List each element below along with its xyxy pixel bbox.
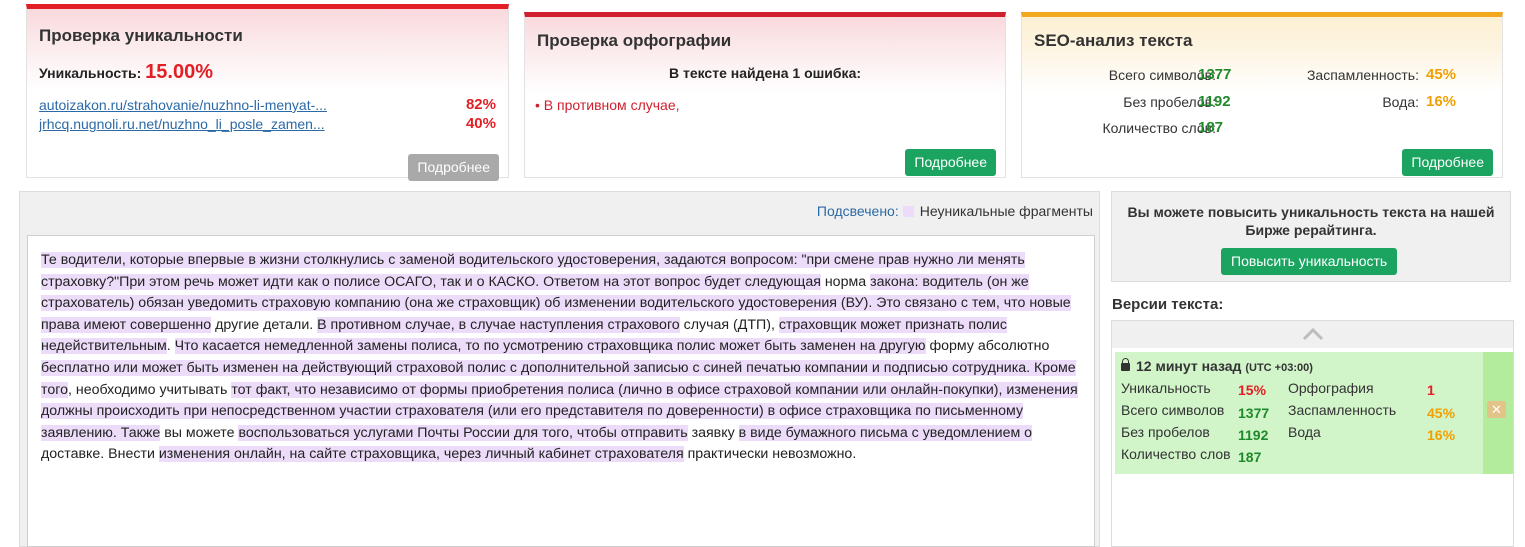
highlight-legend: Подсвечено: Неуникальные фрагменты bbox=[817, 203, 1093, 219]
versions-title: Версии текста: bbox=[1112, 296, 1224, 313]
version-time: 12 минут назад bbox=[1136, 358, 1242, 374]
uniqueness-label: Уникальность: bbox=[39, 65, 142, 81]
non-unique-fragment: Что касается немедленной замены полиса, … bbox=[174, 338, 926, 355]
text-fragment: , необходимо учитывать bbox=[67, 381, 232, 398]
text-fragment: норма bbox=[820, 273, 871, 290]
source-percent-2: 40% bbox=[465, 115, 496, 132]
seo-water-value: 16% bbox=[1426, 93, 1457, 110]
versions-scroll-up[interactable] bbox=[1112, 321, 1513, 348]
text-fragment: практически невозможно. bbox=[683, 446, 857, 463]
seo-details-button[interactable]: Подробнее bbox=[1402, 149, 1493, 176]
non-unique-fragment: изменения онлайн, на сайте страховщика, … bbox=[158, 446, 684, 463]
version-spam-value: 45% bbox=[1427, 405, 1456, 421]
text-fragment: другие детали. bbox=[211, 316, 318, 333]
checked-text-box[interactable]: Те водители, которые впервые в жизни сто… bbox=[27, 235, 1095, 547]
spelling-card-title: Проверка орфографии bbox=[537, 31, 732, 50]
text-fragment: случая (ДТП), bbox=[679, 316, 779, 333]
text-fragment: доставке. Внести bbox=[41, 446, 159, 463]
version-header: 12 минут назад (UTC +03:00) bbox=[1121, 358, 1313, 374]
version-water-label: Вода bbox=[1288, 424, 1321, 440]
spelling-error-item[interactable]: • В противном случае, bbox=[535, 97, 680, 113]
legend-swatch bbox=[902, 206, 914, 217]
version-word-count-label: Количество слов bbox=[1121, 446, 1231, 462]
spelling-card: Проверка орфографии В тексте найдена 1 о… bbox=[524, 12, 1006, 178]
non-unique-fragment: бесплатно или может быть bbox=[41, 359, 219, 376]
legend-label: Подсвечено: bbox=[816, 203, 899, 219]
non-unique-fragment: в виде бумажного письма с уведомлением о bbox=[738, 424, 1033, 441]
seo-water-label: Вода: bbox=[1382, 94, 1419, 110]
version-no-spaces-label: Без пробелов bbox=[1121, 424, 1210, 440]
uniqueness-details-button[interactable]: Подробнее bbox=[408, 154, 499, 181]
version-total-chars-value: 1377 bbox=[1238, 405, 1270, 421]
non-unique-fragment: воспользоваться услугами Почты России дл… bbox=[238, 424, 688, 441]
version-remove: ✕ bbox=[1483, 352, 1513, 474]
version-spelling-label: Орфография bbox=[1288, 380, 1374, 396]
text-fragment: вы можете bbox=[160, 424, 239, 441]
checked-text-body: Те водители, которые впервые в жизни сто… bbox=[41, 250, 1081, 466]
close-icon[interactable]: ✕ bbox=[1487, 401, 1506, 418]
uniqueness-card-title: Проверка уникальности bbox=[39, 26, 243, 45]
seo-total-chars-value: 1377 bbox=[1198, 66, 1232, 83]
version-total-chars-label: Всего символов bbox=[1121, 402, 1225, 418]
increase-uniqueness-button[interactable]: Повысить уникальность bbox=[1221, 248, 1398, 275]
text-fragment: форму абсолютно bbox=[925, 338, 1050, 355]
non-unique-fragment: В противном случае, в случае наступления… bbox=[317, 316, 680, 333]
seo-spam-label: Заспамленность: bbox=[1306, 67, 1419, 83]
text-fragment: заявку bbox=[687, 424, 739, 441]
uniqueness-row: Уникальность: 15.00% bbox=[39, 61, 213, 84]
uniqueness-card: Проверка уникальности Уникальность: 15.0… bbox=[26, 4, 509, 181]
versions-list: 12 минут назад (UTC +03:00) Уникальность… bbox=[1111, 320, 1514, 547]
version-water-value: 16% bbox=[1427, 427, 1456, 443]
seo-card-title: SEO-анализ текста bbox=[1034, 31, 1193, 50]
version-word-count-value: 187 bbox=[1238, 449, 1262, 465]
uniqueness-value: 15.00% bbox=[145, 61, 213, 83]
spelling-details-button[interactable]: Подробнее bbox=[905, 149, 996, 176]
promo-text: Вы можете повысить уникальность текста н… bbox=[1127, 204, 1495, 238]
legend-text: Неуникальные фрагменты bbox=[919, 203, 1093, 219]
version-timezone: (UTC +03:00) bbox=[1245, 362, 1313, 374]
source-link-1[interactable]: autoizakon.ru/strahovanie/nuzhno-li-meny… bbox=[39, 97, 359, 113]
spelling-error-text: В противном случае, bbox=[543, 97, 680, 113]
version-uniqueness-value: 15% bbox=[1238, 382, 1267, 398]
seo-card: SEO-анализ текста Всего символов: 1377 Б… bbox=[1021, 12, 1503, 178]
version-no-spaces-value: 1192 bbox=[1238, 427, 1269, 443]
version-uniqueness-label: Уникальность bbox=[1121, 380, 1211, 396]
seo-no-spaces-value: 1192 bbox=[1198, 93, 1231, 110]
version-spelling-value: 1 bbox=[1427, 382, 1435, 398]
source-percent-1: 82% bbox=[465, 96, 496, 113]
version-spam-label: Заспамленность bbox=[1288, 402, 1397, 418]
version-item[interactable]: 12 минут назад (UTC +03:00) Уникальность… bbox=[1115, 352, 1483, 474]
non-unique-fragment: закона bbox=[870, 273, 915, 290]
spelling-message: В тексте найдена 1 ошибка: bbox=[668, 65, 862, 81]
seo-spam-value: 45% bbox=[1426, 66, 1457, 83]
text-fragment: . bbox=[166, 338, 175, 355]
source-link-2[interactable]: jrhcq.nugnoli.ru.net/nuzhno_li_posle_zam… bbox=[39, 116, 359, 132]
checked-text-panel: Подсвечено: Неуникальные фрагменты Те вод… bbox=[19, 191, 1100, 547]
seo-word-count-value: 187 bbox=[1198, 119, 1224, 136]
promo-box: Вы можете повысить уникальность текста н… bbox=[1111, 191, 1511, 282]
chevron-up-icon bbox=[1302, 327, 1323, 341]
lock-icon bbox=[1121, 358, 1130, 371]
